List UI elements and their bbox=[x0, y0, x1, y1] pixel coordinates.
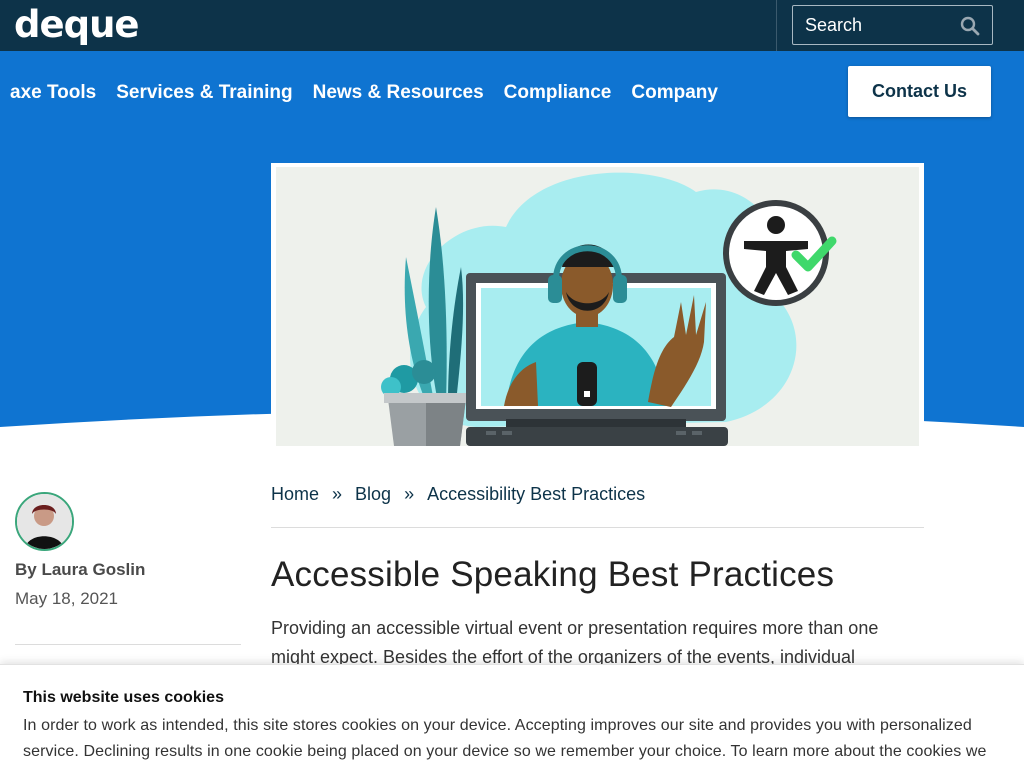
nav-item-company[interactable]: Company bbox=[631, 82, 718, 104]
breadcrumb-separator: » bbox=[332, 484, 343, 504]
nav-item-news-resources[interactable]: News & Resources bbox=[313, 82, 484, 104]
deque-logo[interactable]: deque bbox=[14, 5, 139, 45]
top-bar: deque bbox=[0, 0, 1024, 51]
topbar-divider bbox=[776, 0, 777, 51]
breadcrumb: Home » Blog » Accessibility Best Practic… bbox=[271, 484, 645, 505]
breadcrumb-blog[interactable]: Blog bbox=[355, 484, 391, 505]
nav-items: axe Tools Services & Training News & Res… bbox=[10, 51, 738, 135]
author-name[interactable]: By Laura Goslin bbox=[15, 560, 145, 580]
nav-item-services-training[interactable]: Services & Training bbox=[116, 82, 292, 104]
nav-item-axe-tools[interactable]: axe Tools bbox=[10, 82, 96, 104]
hero-illustration bbox=[276, 167, 919, 446]
cookie-banner: This website uses cookies In order to wo… bbox=[0, 664, 1024, 768]
nav-item-compliance[interactable]: Compliance bbox=[504, 82, 612, 104]
search-input[interactable] bbox=[793, 6, 953, 44]
main-nav: axe Tools Services & Training News & Res… bbox=[0, 51, 1024, 135]
contact-us-button[interactable]: Contact Us bbox=[848, 66, 991, 117]
search-icon[interactable] bbox=[960, 16, 980, 36]
search-box[interactable] bbox=[792, 5, 993, 45]
post-date: May 18, 2021 bbox=[15, 589, 119, 608]
page-title: Accessible Speaking Best Practices bbox=[271, 555, 835, 594]
cookie-banner-title: This website uses cookies bbox=[23, 689, 224, 706]
breadcrumb-separator: » bbox=[404, 484, 415, 504]
article-divider bbox=[271, 527, 924, 528]
cookie-banner-text: In order to work as intended, this site … bbox=[23, 717, 987, 760]
author-avatar bbox=[15, 492, 74, 551]
sidebar-divider bbox=[15, 644, 241, 645]
breadcrumb-home[interactable]: Home bbox=[271, 484, 319, 505]
breadcrumb-category[interactable]: Accessibility Best Practices bbox=[427, 484, 645, 505]
